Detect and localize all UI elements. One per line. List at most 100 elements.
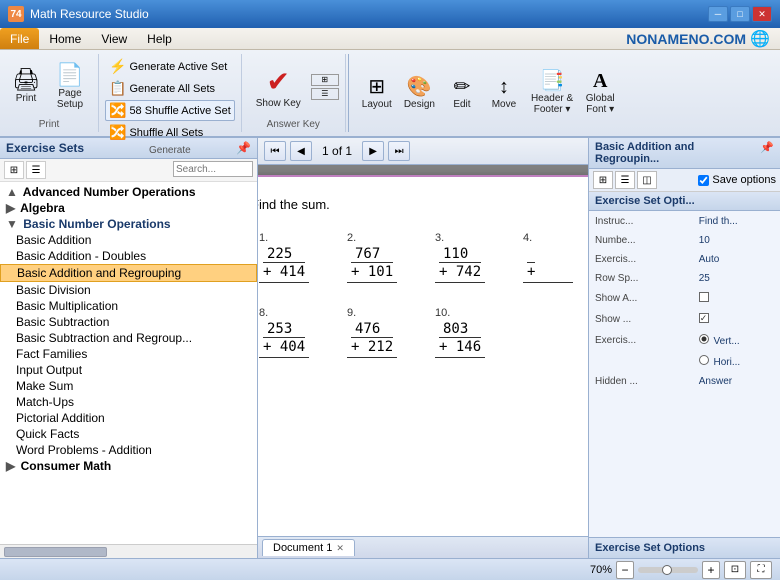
zoom-thumb[interactable] (662, 565, 672, 575)
options-scroll[interactable]: Exercise Set Opti... Instruc... Find th.… (589, 192, 780, 537)
horizontal-scrollbar[interactable] (0, 544, 257, 558)
right-panel-pin-icon[interactable]: 📌 (760, 141, 774, 165)
right-panel-toolbar: ⊞ ☰ ◫ Save options (589, 169, 780, 192)
option-key-number: Numbe... (591, 232, 693, 249)
scroll-thumb[interactable] (4, 547, 107, 557)
show-checkbox[interactable] (699, 313, 709, 323)
close-button[interactable]: ✕ (752, 6, 772, 22)
design-button[interactable]: 🎨 Design (399, 74, 440, 113)
menu-home[interactable]: Home (39, 28, 91, 49)
layout-button[interactable]: ⊞ Layout (357, 74, 397, 113)
exercise-sets-toolbar: ⊞ ☰ (0, 159, 257, 182)
tree-item-match-ups[interactable]: Match-Ups (0, 394, 257, 410)
show-key-button[interactable]: ✔ Show Key (248, 61, 309, 113)
shuffle-active-button[interactable]: 🔀 58 Shuffle Active Set (105, 100, 235, 121)
print-button[interactable]: 🖨 Print (6, 66, 46, 107)
tree-item-basic-addition-doubles[interactable]: Basic Addition - Doubles (0, 248, 257, 264)
edit-button[interactable]: ✏ Edit (442, 74, 482, 113)
tree-item-basic-division[interactable]: Basic Division (0, 282, 257, 298)
list-view-button[interactable]: ☰ (26, 161, 46, 179)
option-row-hori: Hori... (591, 352, 778, 371)
answer-key-list-icon[interactable]: ☰ (311, 88, 339, 100)
zoom-slider[interactable] (638, 567, 698, 573)
header-footer-button[interactable]: 📑 Header &Footer ▾ (526, 68, 578, 118)
zoom-in-button[interactable]: + (702, 561, 720, 579)
menu-view[interactable]: View (91, 28, 137, 49)
show-key-label: Show Key (256, 98, 301, 109)
tree-item-basic-multiplication[interactable]: Basic Multiplication (0, 298, 257, 314)
tree-item-basic-subtraction[interactable]: Basic Subtraction (0, 314, 257, 330)
doc-tab-1-close[interactable]: ✕ (336, 543, 344, 554)
tree-item-basic-subtraction-regroup[interactable]: Basic Subtraction and Regroup... (0, 330, 257, 346)
shuffle-all-button[interactable]: 🔀 Shuffle All Sets (105, 122, 235, 143)
document-area: ⏮ ◀ 1 of 1 ▶ ⏭ Find the sum. 1. 225 + 41… (258, 138, 588, 558)
last-page-button[interactable]: ⏭ (388, 141, 410, 161)
tree-item-algebra[interactable]: ▶ Algebra (0, 200, 257, 216)
tree-item-input-output[interactable]: Input Output (0, 362, 257, 378)
show-a-checkbox[interactable] (699, 292, 709, 302)
pin-icon[interactable]: 📌 (236, 141, 251, 155)
search-input[interactable] (173, 161, 253, 177)
generate-active-button[interactable]: ⚡ Generate Active Set (105, 56, 235, 77)
move-button[interactable]: ↕ Move (484, 74, 524, 113)
problem-1-num: 1. (259, 232, 268, 244)
global-font-button[interactable]: A GlobalFont ▾ (580, 68, 620, 118)
option-val-hidden[interactable]: Answer (695, 373, 778, 390)
tree-item-pictorial-addition[interactable]: Pictorial Addition (0, 410, 257, 426)
menu-file[interactable]: File (0, 28, 39, 49)
tree-view-button[interactable]: ⊞ (4, 161, 24, 179)
tree-item-word-problems-addition[interactable]: Word Problems - Addition (0, 442, 257, 458)
tree-item-fact-families[interactable]: Fact Families (0, 346, 257, 362)
edit-icon: ✏ (454, 77, 471, 97)
problem-9-num: 9. (347, 307, 356, 319)
right-tool-2[interactable]: ☰ (615, 171, 635, 189)
tree-item-advanced[interactable]: ▲ Advanced Number Operations (0, 184, 257, 200)
hori-radio[interactable] (699, 355, 709, 365)
full-screen-button[interactable]: ⛶ (750, 561, 772, 579)
save-options-checkbox[interactable] (698, 175, 709, 186)
title-bar: 74 Math Resource Studio ─ □ ✕ (0, 0, 780, 28)
tree-item-quick-facts[interactable]: Quick Facts (0, 426, 257, 442)
tree-item-basic-number[interactable]: ▼ Basic Number Operations (0, 216, 257, 232)
option-val-vert[interactable]: Vert... (695, 331, 778, 350)
page-setup-button[interactable]: 📄 PageSetup (48, 61, 92, 113)
document-scroll[interactable]: Find the sum. 1. 225 + 414 2. 767 + 101 (258, 165, 588, 536)
option-val-exercise[interactable]: Auto (695, 251, 778, 268)
problem-3-num: 3. (435, 232, 444, 244)
print-icon: 🖨 (12, 69, 40, 91)
tree-item-basic-addition[interactable]: Basic Addition (0, 232, 257, 248)
restore-button[interactable]: □ (730, 6, 750, 22)
doc-toolbar: ⏮ ◀ 1 of 1 ▶ ⏭ (258, 138, 588, 165)
option-val-showa[interactable] (695, 289, 778, 308)
option-key-exercise: Exercis... (591, 251, 693, 268)
right-tool-3[interactable]: ◫ (637, 171, 657, 189)
zoom-out-button[interactable]: − (616, 561, 634, 579)
menu-help[interactable]: Help (137, 28, 182, 49)
global-font-icon: A (593, 71, 607, 91)
generate-all-button[interactable]: 📋 Generate All Sets (105, 78, 235, 99)
option-val-instruc[interactable]: Find th... (695, 213, 778, 230)
fit-page-button[interactable]: ⊡ (724, 561, 746, 579)
option-row-exercise: Exercis... Auto (591, 251, 778, 268)
option-key-instruc: Instruc... (591, 213, 693, 230)
ribbon-group-answer-key: ✔ Show Key ⊞ ☰ Answer Key (242, 54, 346, 132)
tree-item-basic-addition-regrouping[interactable]: Basic Addition and Regrouping (0, 264, 257, 282)
tree-item-consumer-math[interactable]: ▶ Consumer Math (0, 458, 257, 474)
problem-8-answer-line (259, 357, 309, 358)
option-val-show[interactable] (695, 310, 778, 329)
vert-radio[interactable] (699, 334, 709, 344)
tree-item-make-sum[interactable]: Make Sum (0, 378, 257, 394)
minimize-button[interactable]: ─ (708, 6, 728, 22)
option-val-rowsp[interactable]: 25 (695, 270, 778, 287)
right-tool-1[interactable]: ⊞ (593, 171, 613, 189)
prev-page-button[interactable]: ◀ (290, 141, 312, 161)
shuffle-active-label: 58 Shuffle Active Set (129, 105, 230, 117)
option-val-number[interactable]: 10 (695, 232, 778, 249)
next-page-button[interactable]: ▶ (362, 141, 384, 161)
shuffle-active-icon: 🔀 (109, 102, 126, 119)
option-val-hori[interactable]: Hori... (695, 352, 778, 371)
problem-4-top (531, 246, 539, 262)
first-page-button[interactable]: ⏮ (264, 141, 286, 161)
doc-tab-1[interactable]: Document 1 ✕ (262, 539, 355, 556)
answer-key-grid-icon[interactable]: ⊞ (311, 74, 339, 86)
